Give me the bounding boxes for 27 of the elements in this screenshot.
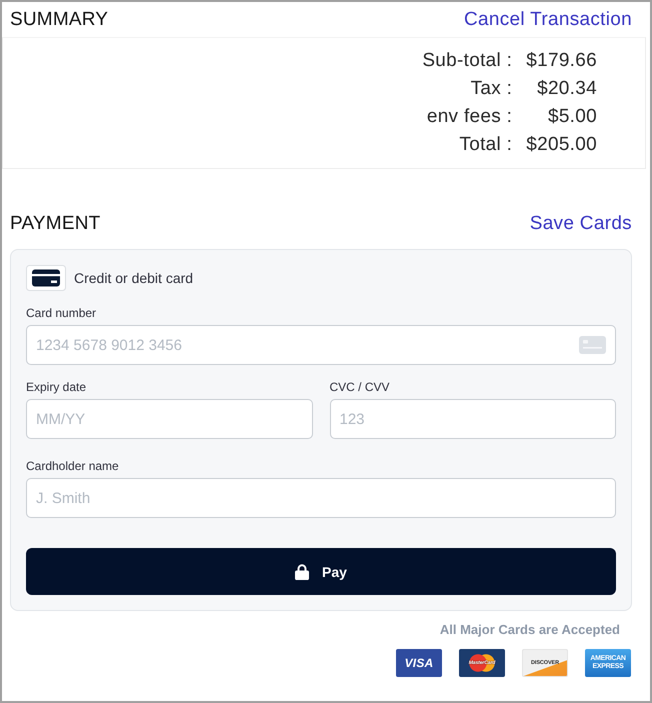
accepted-note: All Major Cards are Accepted: [440, 622, 620, 637]
credit-card-icon: [26, 265, 66, 291]
field-label: Cardholder name: [26, 459, 119, 473]
input-field[interactable]: MM/YY: [26, 399, 312, 439]
summary-value: $205.00: [526, 133, 597, 157]
input-field[interactable]: 123: [330, 399, 616, 439]
section-title: PAYMENT: [10, 212, 100, 234]
summary-label: Sub-total :: [422, 49, 512, 73]
input-field[interactable]: 1234 5678 9012 3456: [26, 325, 616, 365]
field-label: CVC / CVV: [330, 380, 390, 394]
summary-label: env fees :: [426, 105, 512, 129]
input-field[interactable]: J. Smith: [26, 478, 616, 518]
summary-value: $20.34: [536, 77, 597, 101]
summary-value: $179.66: [526, 49, 597, 73]
card-logo: VISA: [396, 649, 442, 677]
field-label: Card number: [26, 306, 96, 320]
save-cards-link[interactable]: Save Cards: [530, 212, 632, 234]
field-label: Expiry date: [26, 380, 86, 394]
pay-button[interactable]: Pay: [26, 548, 616, 595]
section-title: SUMMARY: [10, 8, 108, 30]
summary-value: $5.00: [546, 105, 597, 129]
payment-method-label: Credit or debit card: [74, 270, 194, 286]
summary-label: Tax :: [470, 77, 512, 101]
summary-label: Total :: [458, 133, 512, 157]
card-icon: [579, 336, 606, 354]
lock-icon: [295, 564, 310, 580]
cancel-link[interactable]: Cancel Transaction: [464, 8, 632, 30]
